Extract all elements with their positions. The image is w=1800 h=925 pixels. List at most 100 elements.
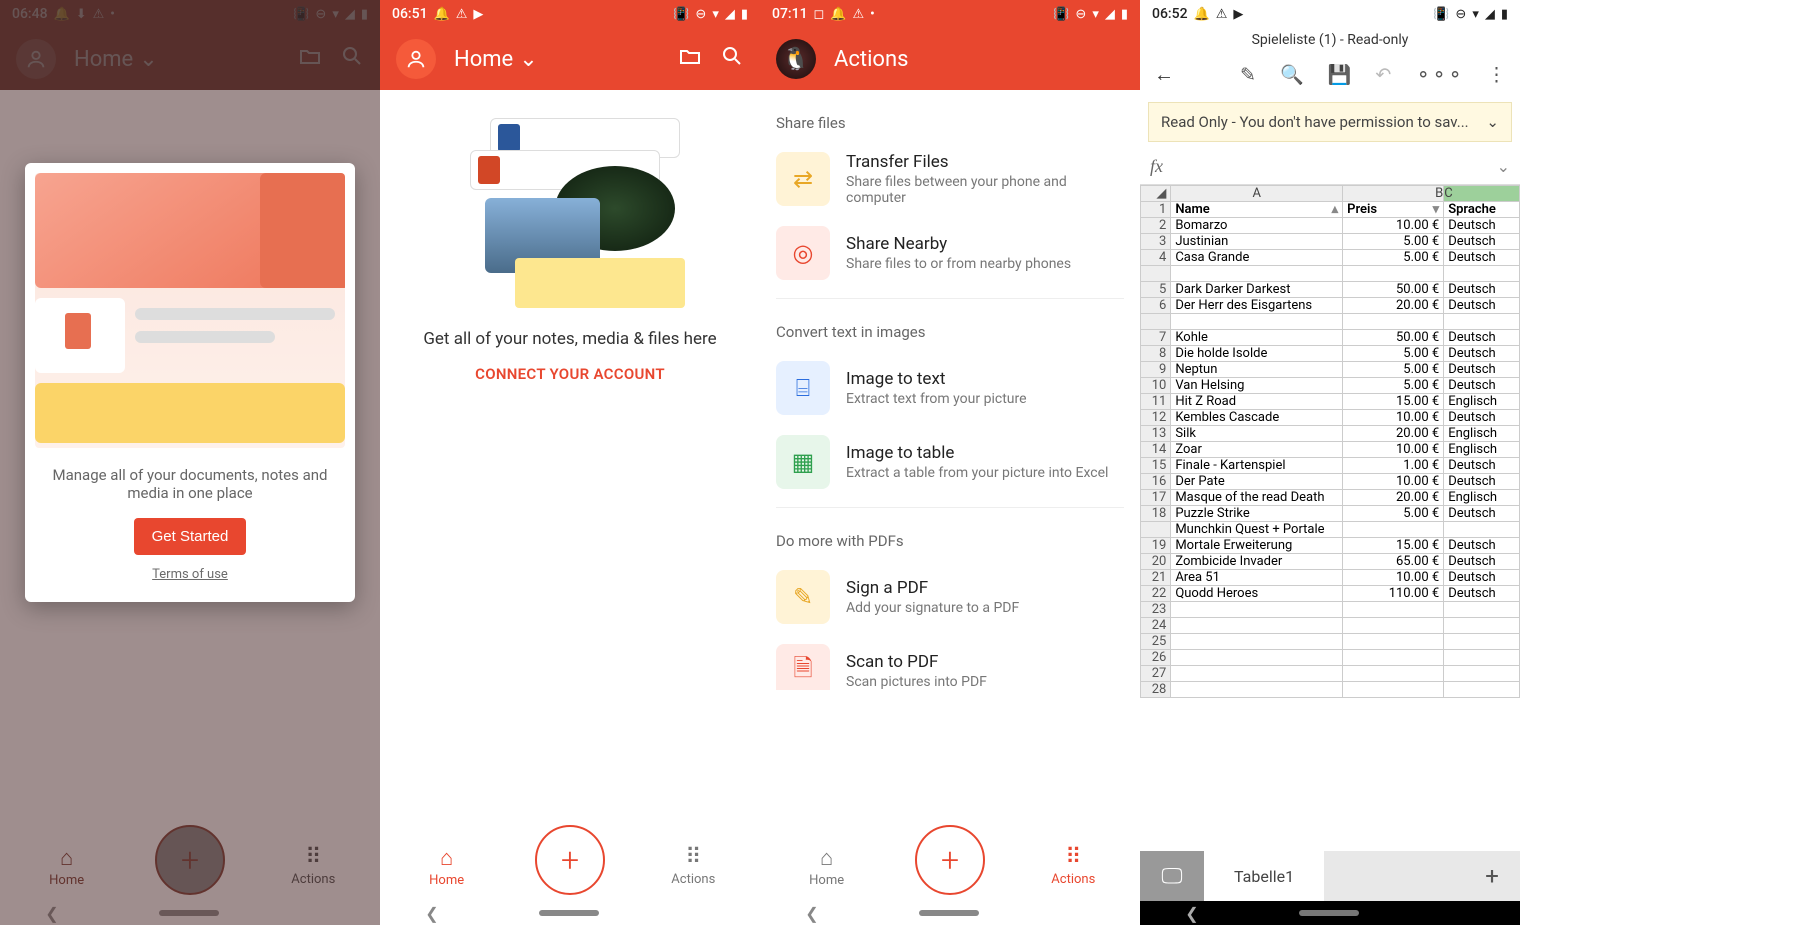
row-number[interactable]: 20 [1141,554,1171,570]
sys-back-icon[interactable]: ❮ [805,904,818,923]
formula-bar[interactable]: fx ⌄ [1140,148,1520,185]
draw-icon[interactable]: ✎ [1240,63,1256,86]
cell[interactable] [1343,682,1444,698]
share-icon[interactable]: ⚬⚬⚬ [1415,63,1463,86]
cell[interactable]: Deutsch [1444,570,1520,586]
cell[interactable] [1171,618,1343,634]
cell[interactable]: Puzzle Strike [1171,506,1343,522]
cell[interactable]: Deutsch [1444,410,1520,426]
row-number[interactable]: 12 [1141,410,1171,426]
cell[interactable]: Neptun [1171,362,1343,378]
row-number[interactable] [1141,266,1171,282]
cell[interactable] [1343,634,1444,650]
cell[interactable]: Deutsch [1444,298,1520,314]
header-title[interactable]: Home ⌄ [454,47,678,72]
cell[interactable] [1444,266,1520,282]
action-share-nearby[interactable]: ◎ Share NearbyShare files to or from nea… [776,216,1124,290]
cell[interactable]: Zoar [1171,442,1343,458]
cell[interactable]: Deutsch [1444,474,1520,490]
cell[interactable]: Kohle [1171,330,1343,346]
col-header-a[interactable]: A [1171,186,1343,202]
sys-back-icon[interactable]: ❮ [1185,904,1198,923]
cell[interactable] [1171,314,1343,330]
action-transfer-files[interactable]: ⇄ Transfer FilesShare files between your… [776,142,1124,216]
cell[interactable]: Hit Z Road [1171,394,1343,410]
readonly-banner[interactable]: Read Only - You don't have permission to… [1148,102,1512,142]
cell[interactable]: Deutsch [1444,458,1520,474]
cell[interactable]: 110.00 € [1343,586,1444,602]
cell[interactable]: Deutsch [1444,234,1520,250]
row-number[interactable]: 19 [1141,538,1171,554]
sys-home-pill[interactable] [539,910,599,916]
cell[interactable] [1171,266,1343,282]
row-number[interactable]: 25 [1141,634,1171,650]
back-icon[interactable]: ← [1154,62,1174,87]
cell[interactable]: Dark Darker Darkest [1171,282,1343,298]
fab-add[interactable]: + [915,825,985,895]
row-number[interactable]: 23 [1141,602,1171,618]
row-number[interactable]: 18 [1141,506,1171,522]
cell[interactable]: Zombicide Invader [1171,554,1343,570]
nav-actions[interactable]: ⠿ Actions [648,845,738,887]
cell[interactable] [1171,682,1343,698]
sys-home-pill[interactable] [1299,910,1359,916]
cell[interactable] [1171,666,1343,682]
row-number[interactable]: 3 [1141,234,1171,250]
col-header-c[interactable]: C [1444,186,1520,202]
cell[interactable] [1171,650,1343,666]
row-number[interactable]: 15 [1141,458,1171,474]
row-number[interactable]: 21 [1141,570,1171,586]
search-icon[interactable]: 🔍 [1280,63,1304,86]
cell[interactable]: 5.00 € [1343,234,1444,250]
cell[interactable]: Der Herr des Eisgartens [1171,298,1343,314]
more-icon[interactable]: ⋮ [1487,63,1506,86]
nav-home[interactable]: ⌂ Home [782,845,872,888]
action-image-to-table[interactable]: ▦ Image to tableExtract a table from you… [776,425,1124,499]
row-number[interactable]: 11 [1141,394,1171,410]
cell[interactable]: 50.00 € [1343,282,1444,298]
cell[interactable]: 50.00 € [1343,330,1444,346]
cell[interactable]: 15.00 € [1343,538,1444,554]
cell[interactable] [1343,314,1444,330]
cell[interactable]: Deutsch [1444,330,1520,346]
spreadsheet-grid[interactable]: ◢ A B C 1 Name ▴ Preis ▾ Sprache 2Bomarz… [1140,185,1520,698]
row-number[interactable] [1141,522,1171,538]
cell[interactable]: 10.00 € [1343,442,1444,458]
cell[interactable]: 5.00 € [1343,378,1444,394]
row-number[interactable]: 1 [1141,202,1171,218]
cell[interactable] [1444,618,1520,634]
row-number[interactable]: 5 [1141,282,1171,298]
formula-input[interactable] [1180,152,1497,180]
add-sheet-button[interactable]: + [1464,862,1520,890]
cell[interactable]: Kembles Cascade [1171,410,1343,426]
cell[interactable]: Finale - Kartenspiel [1171,458,1343,474]
cell[interactable]: 65.00 € [1343,554,1444,570]
row-number[interactable]: 17 [1141,490,1171,506]
cell[interactable]: Deutsch [1444,282,1520,298]
cell[interactable]: Die holde Isolde [1171,346,1343,362]
cell[interactable] [1343,602,1444,618]
nav-actions[interactable]: ⠿ Actions [1028,845,1118,887]
cell[interactable]: Name ▴ [1171,202,1343,218]
cell[interactable] [1444,522,1520,538]
action-image-to-text[interactable]: ⌸ Image to textExtract text from your pi… [776,351,1124,425]
row-number[interactable]: 28 [1141,682,1171,698]
cell[interactable]: 15.00 € [1343,394,1444,410]
select-all-cell[interactable]: ◢ [1141,186,1171,202]
cell[interactable] [1444,634,1520,650]
cell[interactable]: Sprache [1444,202,1520,218]
cell[interactable]: Deutsch [1444,378,1520,394]
nav-home[interactable]: ⌂ Home [402,845,492,888]
sheet-tab[interactable]: Tabelle1 [1204,851,1324,901]
row-number[interactable] [1141,314,1171,330]
cell[interactable]: 1.00 € [1343,458,1444,474]
action-scan-pdf[interactable]: 🗎 Scan to PDFScan pictures into PDF [776,634,1124,690]
cell[interactable]: 10.00 € [1343,410,1444,426]
cell[interactable] [1343,266,1444,282]
search-icon[interactable] [720,44,744,74]
save-icon[interactable]: 💾 [1328,63,1352,86]
cell[interactable]: Englisch [1444,394,1520,410]
cell[interactable]: Englisch [1444,442,1520,458]
cell[interactable]: Quodd Heroes [1171,586,1343,602]
cell[interactable]: 5.00 € [1343,250,1444,266]
